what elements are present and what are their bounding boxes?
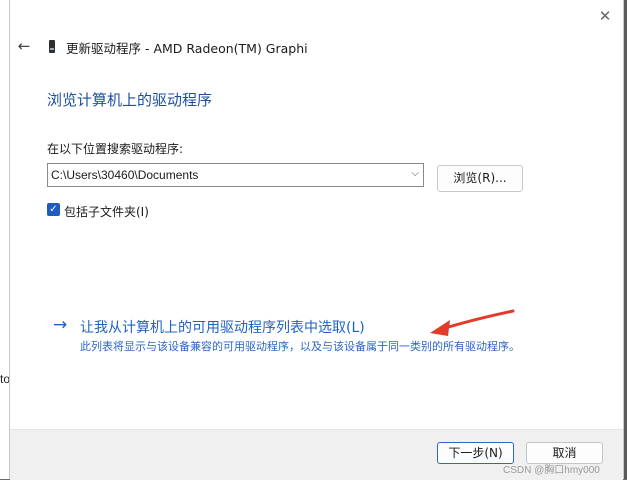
background-window-edge: to — [0, 0, 10, 479]
pick-from-list-link[interactable]: 让我从计算机上的可用驱动程序列表中选取(L) — [80, 317, 365, 337]
search-location-label: 在以下位置搜索驱动程序: — [47, 142, 184, 156]
close-icon[interactable]: ✕ — [595, 6, 615, 26]
page-heading: 浏览计算机上的驱动程序 — [47, 91, 213, 109]
watermark: CSDN @胸口hmy000 — [503, 465, 600, 476]
path-combobox[interactable]: C:\Users\30460\Documents ⌵ — [47, 163, 424, 187]
update-driver-dialog: ✕ ← 更新驱动程序 - AMD Radeon(TM) Graphi 浏览计算机… — [9, 0, 624, 480]
graphics-card-icon — [49, 40, 55, 53]
pick-from-list-description[interactable]: 此列表将显示与该设备兼容的可用驱动程序，以及与该设备属于同一类别的所有驱动程序。 — [80, 339, 570, 355]
back-arrow-icon[interactable]: ← — [15, 37, 33, 55]
dialog-content: ✕ ← 更新驱动程序 - AMD Radeon(TM) Graphi 浏览计算机… — [10, 0, 623, 429]
chevron-down-icon[interactable]: ⌵ — [411, 168, 419, 179]
dialog-title: 更新驱动程序 - AMD Radeon(TM) Graphi — [66, 41, 308, 56]
browse-button[interactable]: 浏览(R)... — [437, 165, 523, 192]
path-value[interactable]: C:\Users\30460\Documents — [51, 168, 198, 182]
include-subfolders-checkbox[interactable]: ✓ — [47, 203, 60, 216]
arrow-right-icon[interactable]: → — [53, 315, 67, 335]
include-subfolders-label[interactable]: 包括子文件夹(I) — [64, 203, 149, 220]
